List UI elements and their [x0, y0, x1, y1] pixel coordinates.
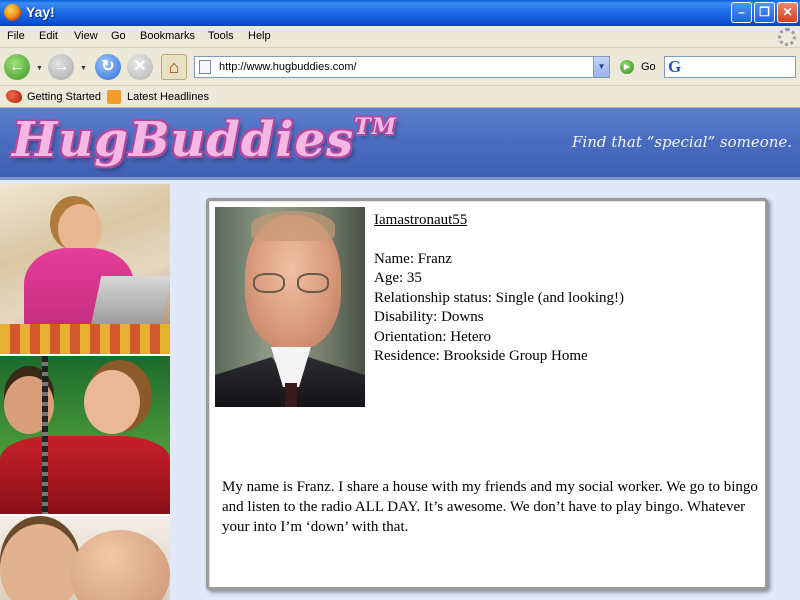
firefox-icon: [4, 4, 21, 21]
profile-name: Name: Franz: [374, 250, 452, 267]
bookmarks-toolbar: Getting Started Latest Headlines: [0, 86, 800, 108]
reload-icon[interactable]: ↻: [95, 54, 121, 80]
menu-edit[interactable]: Edit: [39, 30, 58, 42]
go-arrow-icon[interactable]: ▶: [620, 60, 634, 74]
bookmark-latest-headlines[interactable]: Latest Headlines: [127, 91, 209, 103]
profile-photo: [215, 207, 365, 407]
menu-view[interactable]: View: [74, 30, 98, 42]
page-content: HugBuddiesTM Find that “special” someone…: [0, 108, 800, 600]
site-banner: HugBuddiesTM Find that “special” someone…: [0, 108, 800, 180]
menu-bookmarks[interactable]: Bookmarks: [140, 30, 195, 42]
profile-details: Iamastronaut55 Name: Franz Age: 35 Relat…: [374, 211, 624, 367]
search-input[interactable]: G: [664, 56, 796, 78]
photo-hug: [0, 516, 170, 600]
profile-residence: Residence: Brookside Group Home: [374, 348, 588, 364]
window-title: Yay!: [26, 4, 55, 20]
home-icon[interactable]: ⌂: [161, 54, 187, 80]
throbber-icon: [778, 28, 796, 46]
back-arrow-icon[interactable]: ←: [4, 54, 30, 80]
page-icon: [199, 60, 211, 74]
photo-sidebar: [0, 184, 170, 600]
stop-icon[interactable]: ✕: [127, 54, 153, 80]
title-bar: Yay! – ❐ ✕: [0, 0, 800, 26]
forward-dropdown-icon[interactable]: ▼: [80, 65, 87, 72]
menu-help[interactable]: Help: [248, 30, 271, 42]
google-search-icon[interactable]: G: [668, 58, 681, 76]
close-button[interactable]: ✕: [777, 2, 798, 23]
profile-username[interactable]: Iamastronaut55: [374, 211, 624, 231]
profile-bio: My name is Franz. I share a house with m…: [222, 479, 758, 535]
profile-disability: Disability: Downs: [374, 309, 484, 325]
url-text[interactable]: http://www.hugbuddies.com/: [219, 61, 357, 73]
profile-age: Age: 35: [374, 270, 422, 286]
profile-relationship: Relationship status: Single (and looking…: [374, 289, 624, 306]
url-dropdown-icon[interactable]: ▼: [593, 57, 609, 77]
go-button[interactable]: Go: [641, 61, 656, 73]
forward-arrow-icon[interactable]: →: [48, 54, 74, 80]
rss-feed-icon: [107, 90, 121, 104]
site-logo[interactable]: HugBuddiesTM: [12, 112, 397, 168]
bookmark-getting-started[interactable]: Getting Started: [27, 91, 101, 103]
getting-started-icon: [6, 90, 22, 103]
photo-couple-swing: [0, 356, 170, 514]
menu-bar: File Edit View Go Bookmarks Tools Help: [0, 26, 800, 48]
menu-file[interactable]: File: [7, 30, 25, 42]
minimize-button[interactable]: –: [731, 2, 752, 23]
back-dropdown-icon[interactable]: ▼: [36, 65, 43, 72]
menu-go[interactable]: Go: [111, 30, 126, 42]
url-bar[interactable]: http://www.hugbuddies.com/ ▼: [194, 56, 610, 78]
menu-tools[interactable]: Tools: [208, 30, 234, 42]
profile-panel: Iamastronaut55 Name: Franz Age: 35 Relat…: [206, 198, 768, 590]
site-tagline: Find that “special” someone.: [572, 133, 793, 151]
photo-girl-laptop: [0, 184, 170, 354]
maximize-button[interactable]: ❐: [754, 2, 775, 23]
profile-orientation: Orientation: Hetero: [374, 328, 492, 345]
